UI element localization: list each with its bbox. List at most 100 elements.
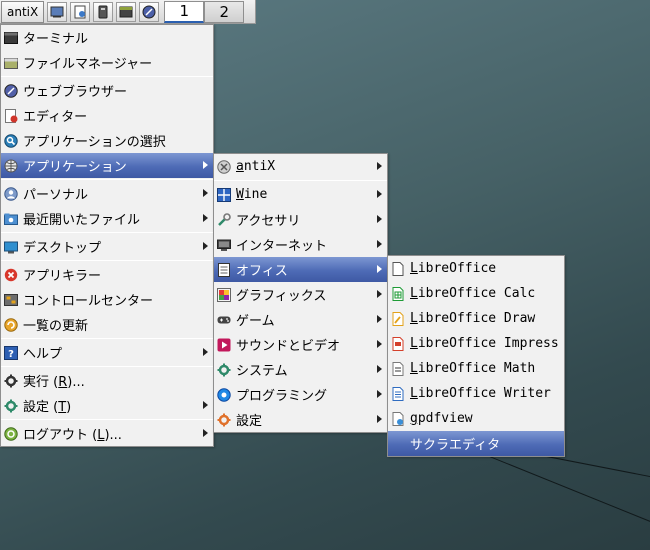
menu-item-settings[interactable]: 設定 (T) xyxy=(1,393,213,418)
workspace-pager: 1 2 xyxy=(164,0,245,23)
menu-item-label: アプリケーション xyxy=(23,160,127,175)
menu-separator xyxy=(1,260,213,261)
menu-item-multimedia[interactable]: サウンドとビデオ xyxy=(214,332,387,357)
menu-item-label: ウェブブラウザー xyxy=(23,85,128,100)
menu-item-libreoffice-writer[interactable]: LibreOffice Writer xyxy=(388,381,564,406)
submenu-arrow-icon xyxy=(377,415,382,423)
menu-item-libreoffice-math[interactable]: LibreOffice Math xyxy=(388,356,564,381)
libreoffice-impress-icon xyxy=(391,336,405,351)
submenu-arrow-icon xyxy=(377,215,382,223)
programming-icon xyxy=(217,387,231,402)
libreoffice-calc-icon xyxy=(391,286,405,301)
menu-item-editor[interactable]: エディター xyxy=(1,103,213,128)
menu-item-file-manager[interactable]: ファイルマネージャー xyxy=(1,50,213,75)
menu-item-web-browser[interactable]: ウェブブラウザー xyxy=(1,78,213,103)
menu-item-antix[interactable]: antiX xyxy=(214,154,387,179)
refresh-icon xyxy=(4,317,18,332)
menu-item-control-center[interactable]: コントロールセンター xyxy=(1,287,213,312)
submenu-arrow-icon xyxy=(203,429,208,437)
menu-item-label: アプリケーションの選択 xyxy=(23,135,166,150)
personal-icon xyxy=(4,186,18,201)
menu-item-app-killer[interactable]: アプリキラー xyxy=(1,262,213,287)
menu-item-games[interactable]: ゲーム xyxy=(214,307,387,332)
submenu-arrow-icon xyxy=(377,290,382,298)
menu-item-refresh[interactable]: 一覧の更新 xyxy=(1,312,213,337)
settings-icon xyxy=(4,399,18,413)
menu-item-label: gpdfview xyxy=(410,411,473,426)
menu-item-wine[interactable]: Wine xyxy=(214,182,387,207)
submenu-arrow-icon xyxy=(203,161,208,169)
menu-item-label: システム xyxy=(236,364,288,379)
submenu-arrow-icon xyxy=(377,340,382,348)
menu-item-accessories[interactable]: アクセサリ xyxy=(214,207,387,232)
menu-separator xyxy=(1,76,213,77)
menu-item-office[interactable]: オフィス xyxy=(214,257,387,282)
libreoffice-draw-icon xyxy=(391,311,405,326)
menu-item-label: オフィス xyxy=(236,264,288,279)
menu-item-app-select[interactable]: アプリケーションの選択 xyxy=(1,128,213,153)
menu-item-libreoffice-draw[interactable]: LibreOffice Draw xyxy=(388,306,564,331)
menu-item-run[interactable]: 実行 (R)... xyxy=(1,368,213,393)
office-menu: LibreOffice LibreOffice Calc LibreOffice… xyxy=(387,255,565,457)
menu-separator xyxy=(1,366,213,367)
menu-item-label: 一覧の更新 xyxy=(23,319,89,334)
accessories-icon xyxy=(217,212,231,227)
usb-icon[interactable] xyxy=(93,1,114,22)
workspace-2-button[interactable]: 2 xyxy=(204,0,245,23)
menu-item-label: インターネット xyxy=(236,239,328,254)
menu-item-label: アクセサリ xyxy=(236,214,301,229)
menu-item-personal[interactable]: パーソナル xyxy=(1,181,213,206)
menu-item-label: デスクトップ xyxy=(23,241,102,256)
submenu-arrow-icon xyxy=(377,190,382,198)
menu-item-system[interactable]: システム xyxy=(214,357,387,382)
libreoffice-icon xyxy=(391,261,405,276)
menu-item-applications[interactable]: アプリケーション xyxy=(1,153,213,178)
menu-item-programming[interactable]: プログラミング xyxy=(214,382,387,407)
menu-item-settings[interactable]: 設定 xyxy=(214,407,387,432)
wine-icon xyxy=(217,187,231,202)
app-killer-icon xyxy=(4,268,18,282)
menu-item-gpdfview[interactable]: gpdfview xyxy=(388,406,564,431)
menu-item-internet[interactable]: インターネット xyxy=(214,232,387,257)
menu-item-libreoffice-calc[interactable]: LibreOffice Calc xyxy=(388,281,564,306)
submenu-arrow-icon xyxy=(203,401,208,409)
start-menu-button[interactable]: antiX xyxy=(1,0,45,23)
menu-item-libreoffice-impress[interactable]: LibreOffice Impress xyxy=(388,331,564,356)
libreoffice-math-icon xyxy=(391,361,405,376)
menu-item-libreoffice[interactable]: LibreOffice xyxy=(388,256,564,281)
app-select-icon xyxy=(4,133,18,148)
menu-item-help[interactable]: ? ヘルプ xyxy=(1,340,213,365)
menu-separator xyxy=(1,338,213,339)
menu-item-label: パーソナル xyxy=(23,188,89,203)
browser-icon xyxy=(4,83,18,98)
submenu-arrow-icon xyxy=(203,242,208,250)
menu-item-desktop[interactable]: デスクトップ xyxy=(1,234,213,259)
submenu-arrow-icon xyxy=(377,315,382,323)
submenu-arrow-icon xyxy=(377,365,382,373)
show-desktop-icon[interactable] xyxy=(47,1,68,22)
menu-item-graphics[interactable]: グラフィックス xyxy=(214,282,387,307)
office-icon xyxy=(217,262,231,277)
desktop-icon xyxy=(4,240,18,254)
menu-item-label: グラフィックス xyxy=(236,289,327,304)
browser-icon[interactable] xyxy=(139,1,160,22)
terminal-icon[interactable] xyxy=(116,1,137,22)
svg-text:?: ? xyxy=(8,349,14,360)
graphics-icon xyxy=(217,287,231,302)
games-icon xyxy=(217,313,231,327)
menu-item-label: 実行 (R)... xyxy=(23,375,85,390)
menu-item-terminal[interactable]: ターミナル xyxy=(1,25,213,50)
submenu-arrow-icon xyxy=(203,214,208,222)
menu-item-label: LibreOffice Calc xyxy=(410,286,536,301)
file-manager-icon[interactable] xyxy=(70,1,91,22)
workspace-1-button[interactable]: 1 xyxy=(164,0,205,23)
menu-item-sakura-editor[interactable]: サクラエディタ xyxy=(388,431,564,456)
submenu-arrow-icon xyxy=(377,240,382,248)
system-icon xyxy=(217,363,231,377)
menu-item-label: 最近開いたファイル xyxy=(23,213,141,228)
menu-item-recent-files[interactable]: 最近開いたファイル xyxy=(1,206,213,231)
menu-item-label: アプリキラー xyxy=(23,269,102,284)
menu-separator xyxy=(214,180,387,181)
menu-item-label: 設定 (T) xyxy=(23,400,72,415)
menu-item-logout[interactable]: ログアウト (L)... xyxy=(1,421,213,446)
